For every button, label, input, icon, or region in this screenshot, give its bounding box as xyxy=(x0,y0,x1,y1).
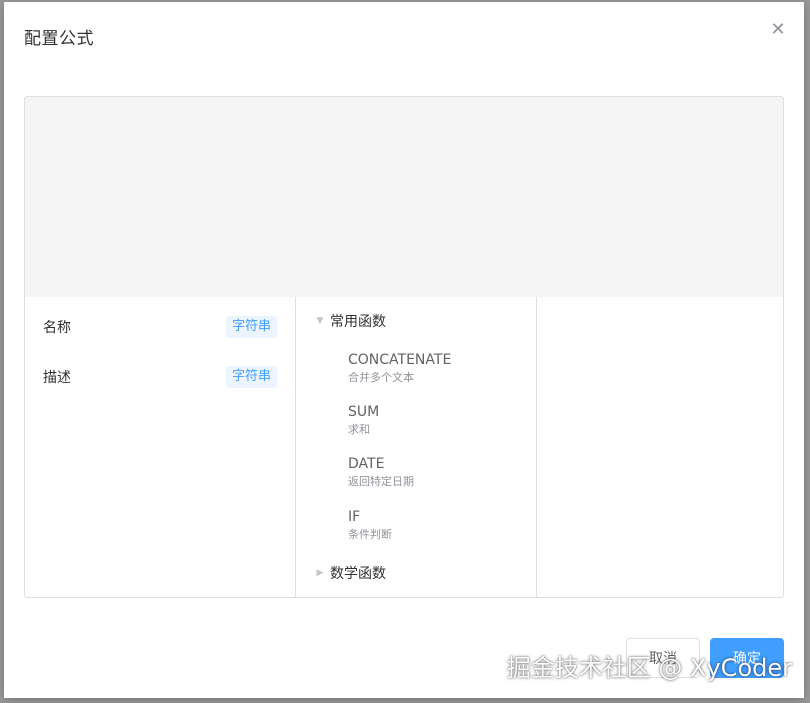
function-group-label: 数学函数 xyxy=(330,566,386,582)
watermark: 掘金技术社区 @ XyCoder xyxy=(506,654,792,682)
formula-dialog: 配置公式 ✕ 名称 字符串 描述 字符串 ▼ 常用函数 CONCATENATE … xyxy=(4,2,804,698)
function-item-date[interactable]: DATE 返回特定日期 xyxy=(348,455,414,489)
field-name: 描述 xyxy=(43,370,71,386)
field-list: 名称 字符串 描述 字符串 xyxy=(25,297,296,597)
function-tree: ▼ 常用函数 CONCATENATE 合并多个文本 SUM 求和 DATE 返回… xyxy=(296,297,537,597)
dialog-title: 配置公式 xyxy=(24,29,94,49)
caret-down-icon: ▼ xyxy=(316,316,324,326)
field-type-tag: 字符串 xyxy=(225,366,277,388)
function-desc: 求和 xyxy=(348,423,370,436)
function-name: CONCATENATE xyxy=(348,352,452,368)
function-name: IF xyxy=(348,509,361,525)
function-desc: 条件判断 xyxy=(348,528,392,541)
close-icon[interactable]: ✕ xyxy=(768,20,788,40)
formula-editor[interactable] xyxy=(25,97,783,297)
field-name: 名称 xyxy=(43,320,71,336)
function-desc: 合并多个文本 xyxy=(348,371,414,384)
function-group-label: 常用函数 xyxy=(330,314,386,330)
function-item-if[interactable]: IF 条件判断 xyxy=(348,508,392,542)
caret-right-icon: ▶ xyxy=(316,568,324,578)
function-description-panel xyxy=(537,297,783,597)
function-group-common[interactable]: ▼ 常用函数 xyxy=(314,310,386,332)
function-item-concatenate[interactable]: CONCATENATE 合并多个文本 xyxy=(348,351,451,385)
function-name: DATE xyxy=(348,456,385,472)
function-group-math[interactable]: ▶ 数学函数 xyxy=(314,562,386,584)
field-item-description[interactable]: 描述 字符串 xyxy=(43,365,277,389)
function-desc: 返回特定日期 xyxy=(348,475,414,488)
field-type-tag: 字符串 xyxy=(225,316,277,338)
function-name: SUM xyxy=(348,404,380,420)
formula-panel: 名称 字符串 描述 字符串 ▼ 常用函数 CONCATENATE 合并多个文本 … xyxy=(24,96,784,598)
field-item-name[interactable]: 名称 字符串 xyxy=(43,315,277,339)
function-item-sum[interactable]: SUM 求和 xyxy=(348,403,379,437)
